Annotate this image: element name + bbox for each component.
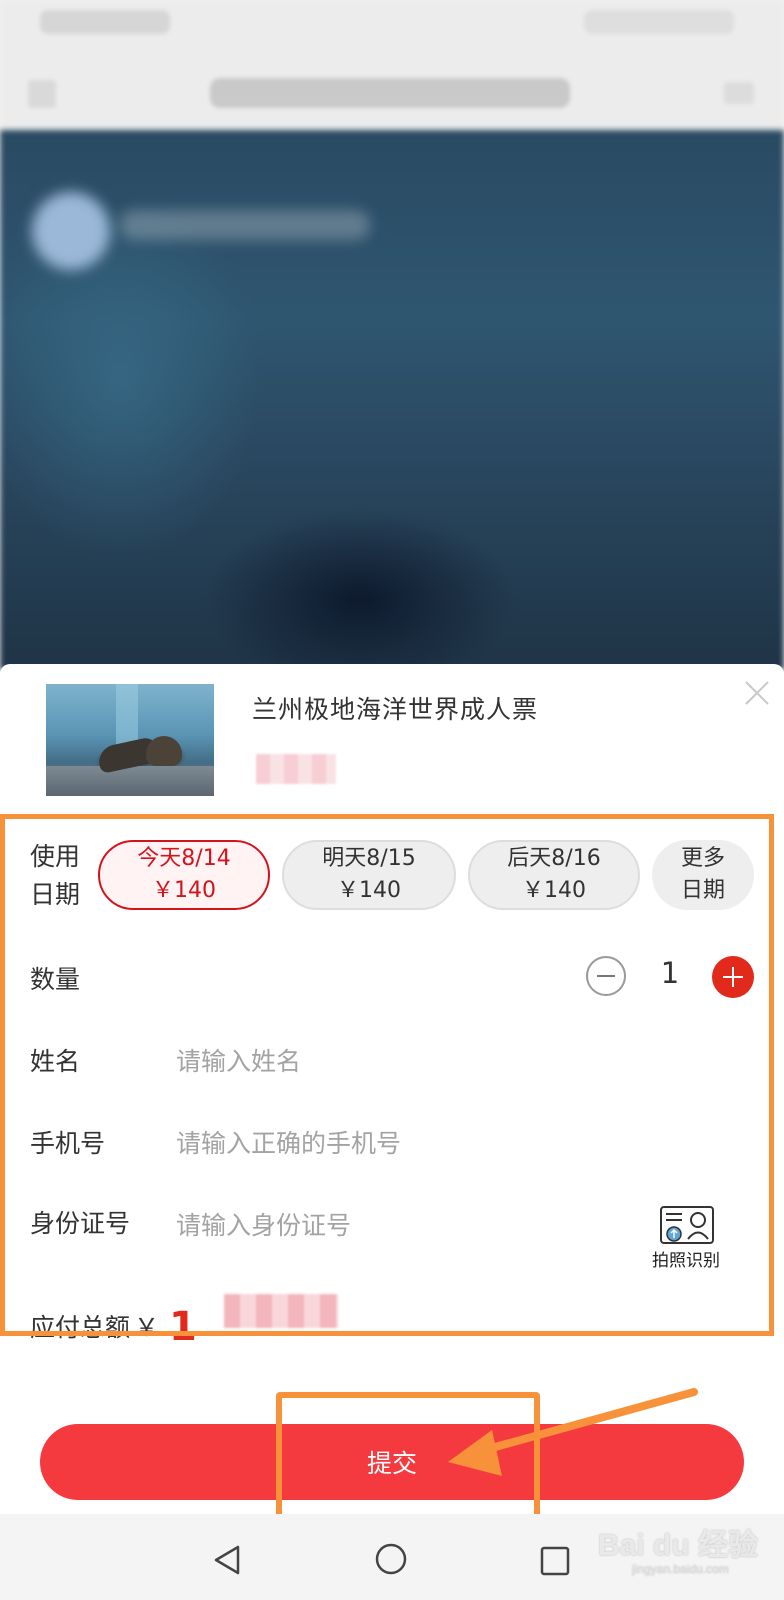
- date-label-line1: 使用: [30, 842, 81, 871]
- quantity-value: 1: [660, 956, 680, 990]
- date-option-day: 今天8/14: [137, 846, 231, 871]
- username-blurred: [120, 210, 370, 240]
- status-bar-left: [40, 10, 170, 34]
- product-title: 兰州极地海洋世界成人票: [252, 695, 539, 724]
- date-option-price: ￥140: [152, 878, 216, 903]
- unit-price-blurred: [256, 754, 336, 784]
- nav-recent-icon[interactable]: [540, 1546, 570, 1576]
- date-label-line2: 日期: [30, 880, 81, 909]
- total-currency: ￥: [134, 1313, 160, 1340]
- watermark-sub: jingyan.baidu.com: [632, 1562, 729, 1576]
- total-amount-blurred: [224, 1294, 338, 1328]
- date-option-tomorrow[interactable]: 明天8/15 ￥140: [282, 840, 456, 910]
- thumbnail-rock: [46, 766, 214, 796]
- total-amount: 1: [169, 1304, 197, 1340]
- phone-input[interactable]: 请输入正确的手机号: [176, 1124, 636, 1160]
- thumbnail-otter: [146, 736, 182, 766]
- blurred-top-bar: [0, 0, 784, 140]
- baidu-jingyan-watermark: Bai du 经验 jingyan.baidu.com: [592, 1512, 772, 1582]
- phone-label: 手机号: [30, 1129, 106, 1158]
- more-dates-button[interactable]: 更多 日期: [652, 840, 754, 910]
- date-option-day-after[interactable]: 后天8/16 ￥140: [468, 840, 640, 910]
- date-option-price: ￥140: [337, 878, 401, 903]
- quantity-label: 数量: [30, 965, 81, 994]
- back-icon[interactable]: [28, 80, 56, 108]
- total-label: 应付总额: [30, 1313, 131, 1340]
- watermark-main: Bai du 经验: [598, 1529, 759, 1562]
- plus-icon[interactable]: [712, 956, 754, 998]
- id-scan-label: 拍照识别: [652, 1251, 720, 1268]
- date-option-day: 后天8/16: [507, 846, 601, 871]
- date-option-price: ￥140: [522, 878, 586, 903]
- more-icon[interactable]: [724, 82, 754, 104]
- minus-icon[interactable]: [586, 956, 626, 996]
- highlight-arrow-icon: [448, 1388, 698, 1476]
- status-bar-right: [584, 10, 734, 34]
- hero-image-blurred: [0, 130, 784, 670]
- id-card-scan-icon: [660, 1206, 714, 1244]
- more-dates-line2: 日期: [680, 878, 725, 903]
- id-label: 身份证号: [30, 1209, 131, 1238]
- date-option-today[interactable]: 今天8/14 ￥140: [98, 840, 270, 910]
- product-thumbnail: [46, 684, 214, 796]
- nav-back-icon[interactable]: [212, 1544, 244, 1576]
- date-label: 使用 日期: [30, 838, 80, 914]
- nav-home-icon[interactable]: [374, 1542, 408, 1576]
- name-input[interactable]: 请输入姓名: [176, 1042, 636, 1078]
- page-title-blurred: [210, 78, 570, 108]
- id-photo-scan-button[interactable]: 拍照识别: [644, 1206, 728, 1268]
- avatar: [32, 192, 110, 270]
- more-dates-line1: 更多: [680, 846, 725, 871]
- date-option-day: 明天8/15: [322, 846, 416, 871]
- id-input[interactable]: 请输入身份证号: [176, 1206, 616, 1242]
- name-label: 姓名: [30, 1047, 81, 1076]
- close-icon[interactable]: [742, 678, 772, 708]
